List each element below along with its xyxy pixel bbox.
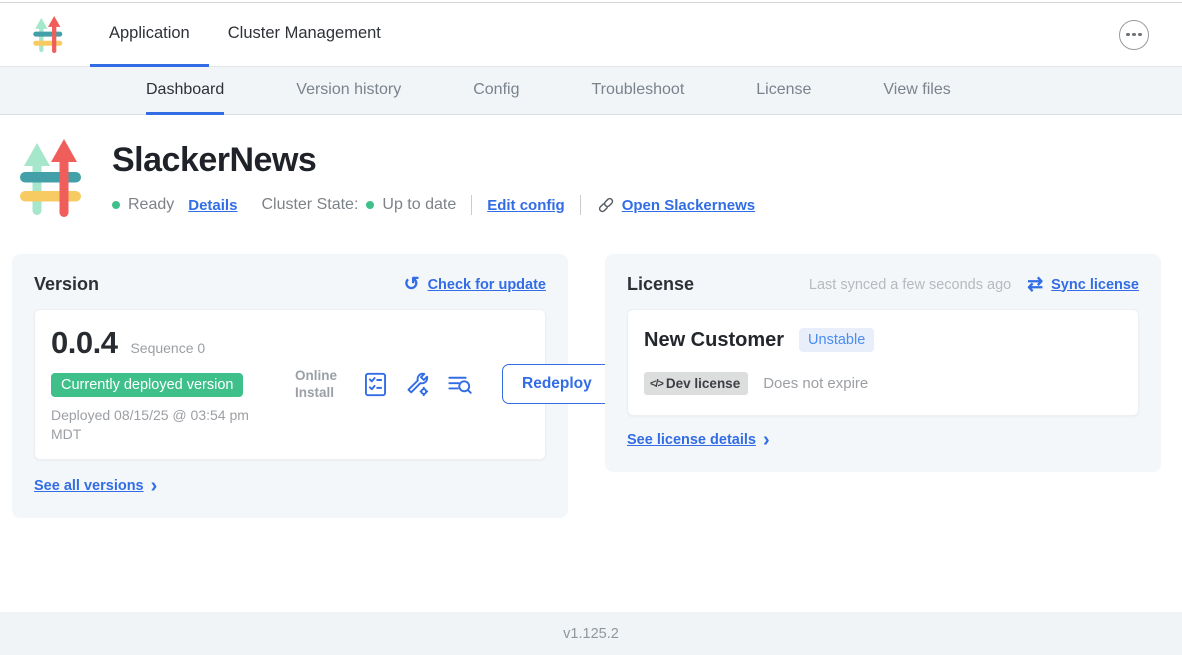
redeploy-button[interactable]: Redeploy <box>502 364 612 404</box>
edit-config-link[interactable]: Edit config <box>487 197 565 214</box>
see-license-details-link[interactable]: See license details <box>627 432 756 448</box>
top-nav-tabs: Application Cluster Management <box>90 3 400 66</box>
app-header: SlackerNews Ready Details Cluster State:… <box>20 139 1182 219</box>
tab-cluster-management[interactable]: Cluster Management <box>209 3 400 67</box>
chain-link-icon <box>596 195 616 215</box>
version-card-title: Version <box>34 274 99 295</box>
preflight-checks-icon[interactable] <box>362 371 389 398</box>
tab-cluster-management-label: Cluster Management <box>228 24 381 43</box>
refresh-icon: ↺ <box>404 275 420 294</box>
tab-view-files[interactable]: View files <box>883 67 950 115</box>
license-card-title: License <box>627 274 694 295</box>
tab-application-label: Application <box>109 24 190 43</box>
deployed-timestamp: Deployed 08/15/25 @ 03:54 pm MDT <box>51 406 269 444</box>
app-sub-nav: Dashboard Version history Config Trouble… <box>0 67 1182 115</box>
chevron-right-icon: › <box>763 430 770 450</box>
slackernews-logo-icon <box>33 16 63 54</box>
dashboard-cards: Version ↺ Check for update 0.0.4 Sequenc… <box>12 254 1170 518</box>
config-wrench-icon[interactable] <box>404 371 431 398</box>
license-details-box: New Customer Unstable </> Dev license Do… <box>627 309 1139 416</box>
code-icon: </> <box>650 378 663 390</box>
divider <box>580 195 581 215</box>
cluster-state-label: Cluster State: <box>261 196 358 214</box>
last-synced-text: Last synced a few seconds ago <box>809 277 1011 293</box>
current-version-box: 0.0.4 Sequence 0 Currently deployed vers… <box>34 309 546 460</box>
see-all-versions-link[interactable]: See all versions <box>34 478 144 494</box>
open-app-link[interactable]: Open Slackernews <box>622 197 755 214</box>
tab-config[interactable]: Config <box>473 67 519 115</box>
page-title: SlackerNews <box>112 141 755 180</box>
sync-icon: ⇄ <box>1027 275 1043 294</box>
divider <box>471 195 472 215</box>
tab-license[interactable]: License <box>756 67 811 115</box>
license-type-badge: </> Dev license <box>644 372 748 395</box>
app-ready-status-dot <box>112 201 120 209</box>
version-card: Version ↺ Check for update 0.0.4 Sequenc… <box>12 254 568 518</box>
ellipsis-icon <box>1126 33 1130 37</box>
currently-deployed-badge: Currently deployed version <box>51 373 243 397</box>
app-status-text: Ready <box>128 196 174 214</box>
slackernews-logo-large <box>20 139 82 219</box>
tab-dashboard[interactable]: Dashboard <box>146 67 224 115</box>
install-type-label: Online Install <box>295 367 347 402</box>
license-expiry-text: Does not expire <box>763 375 868 392</box>
sequence-label: Sequence 0 <box>130 340 205 356</box>
channel-badge: Unstable <box>799 328 874 352</box>
tab-application[interactable]: Application <box>90 3 209 67</box>
sync-license-link[interactable]: Sync license <box>1051 277 1139 293</box>
check-for-update-link[interactable]: Check for update <box>428 277 546 293</box>
footer: v1.125.2 <box>0 612 1182 655</box>
top-nav: Application Cluster Management <box>0 3 1182 67</box>
chevron-right-icon: › <box>151 476 158 496</box>
tab-troubleshoot[interactable]: Troubleshoot <box>591 67 684 115</box>
customer-name: New Customer <box>644 329 784 352</box>
cluster-state-dot <box>366 201 374 209</box>
version-number: 0.0.4 <box>51 325 117 361</box>
cluster-state-value: Up to date <box>382 196 456 214</box>
app-logo-small[interactable] <box>33 3 63 66</box>
console-version: v1.125.2 <box>563 626 619 642</box>
check-for-update[interactable]: ↺ Check for update <box>404 275 546 294</box>
app-status-row: Ready Details Cluster State: Up to date … <box>112 195 755 215</box>
details-link[interactable]: Details <box>188 197 237 214</box>
see-license-details[interactable]: See license details › <box>627 430 1139 450</box>
see-all-versions[interactable]: See all versions › <box>34 476 546 496</box>
tab-version-history[interactable]: Version history <box>296 67 401 115</box>
deploy-logs-icon[interactable] <box>446 371 473 398</box>
license-card: License Last synced a few seconds ago ⇄ … <box>605 254 1161 472</box>
more-options-menu-button[interactable] <box>1119 20 1149 50</box>
